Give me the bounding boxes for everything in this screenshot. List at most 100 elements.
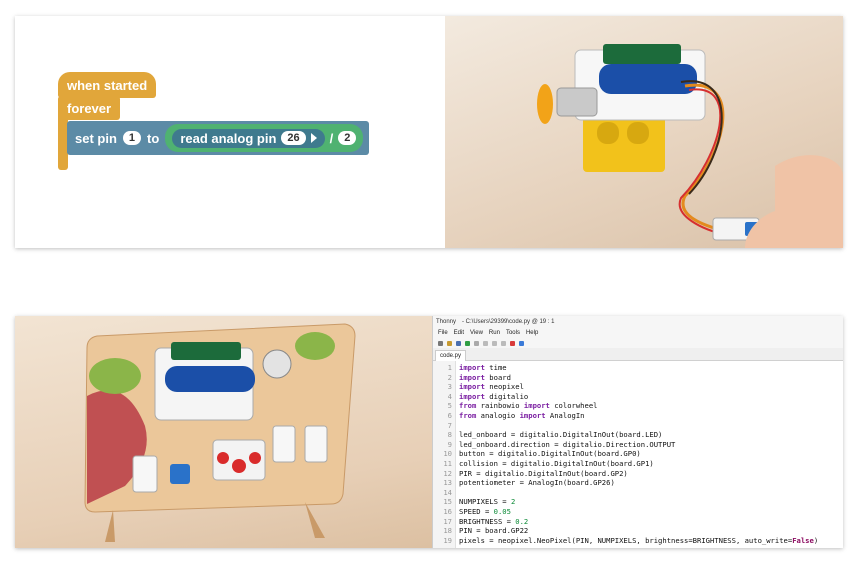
- code-text: ): [813, 535, 819, 545]
- set-pin-block[interactable]: set pin 1 to read analog pin 26 / 2: [67, 121, 370, 155]
- divide-label: /: [329, 130, 334, 146]
- line-number: 14: [443, 487, 452, 497]
- read-analog-pin-block[interactable]: read analog pin 26: [172, 128, 325, 148]
- line-number: 2: [447, 372, 452, 382]
- board-leg: [105, 510, 115, 542]
- code-text: NUMPIXELS =: [459, 497, 511, 507]
- line-number: 10: [443, 449, 452, 459]
- code-text: AnalogIn: [545, 411, 585, 420]
- code-line[interactable]: BRIGHTNESS = 0.2: [459, 517, 528, 526]
- code-keyword: import: [519, 411, 546, 420]
- code-line[interactable]: led_onboard = digitalio.DigitalInOut(boa…: [459, 430, 662, 439]
- line-number: 15: [443, 497, 452, 507]
- leaf-art: [89, 358, 141, 394]
- line-number: 11: [443, 459, 452, 468]
- code-text: analogio: [476, 411, 520, 420]
- code-line[interactable]: pixels = neopixel.NeoPixel(PIN, NUMPIXEL…: [459, 536, 818, 545]
- pin-number-input[interactable]: 1: [122, 131, 142, 145]
- line-number: 1: [447, 363, 452, 372]
- when-started-block[interactable]: when started: [58, 72, 157, 98]
- block-workspace[interactable]: when started forever set pin 1 to read a…: [15, 16, 445, 248]
- ide-toolbar: [433, 338, 843, 348]
- menu-edit[interactable]: Edit: [454, 330, 464, 336]
- code-text: PIN = board.GP22: [459, 526, 529, 536]
- tab-code-py[interactable]: code.py: [435, 350, 467, 361]
- code-line[interactable]: potentiometer = AnalogIn(board.GP26): [459, 478, 615, 487]
- code-keyword: import: [459, 391, 485, 401]
- debug-icon[interactable]: [474, 340, 479, 346]
- resume-icon[interactable]: [519, 340, 524, 346]
- photo-illustration: [84, 323, 356, 542]
- ide-title-bar: Thonny - C:\Users\29399\code.py @ 19 : 1: [433, 316, 843, 328]
- read-analog-pin-label: read analog pin: [180, 130, 277, 146]
- code-keyword: from: [459, 401, 477, 411]
- save-icon[interactable]: [456, 340, 461, 346]
- code-line[interactable]: NUMPIXELS = 2: [459, 497, 515, 506]
- code-editor[interactable]: 1 2 3 4 5 6 7 8 9 10 11 12 13 14 15 16 17 18 19 import tim…: [433, 361, 843, 548]
- app-name: Thonny: [436, 319, 457, 325]
- run-icon[interactable]: [465, 340, 470, 346]
- menu-file[interactable]: File: [438, 330, 448, 336]
- menu-run[interactable]: Run: [489, 330, 500, 336]
- code-text: led_onboard = digitalio.DigitalInOut(boa…: [459, 430, 663, 440]
- code-line[interactable]: collision = digitalio.DigitalInOut(board…: [459, 459, 654, 468]
- leaf-art: [295, 332, 335, 360]
- red-button: [217, 452, 229, 464]
- battery: [165, 366, 255, 392]
- code-number: 0.2: [515, 516, 529, 526]
- thonny-ide-window: Thonny - C:\Users\29399\code.py @ 19 : 1…: [432, 316, 843, 548]
- code-line[interactable]: SPEED = 0.05: [459, 507, 511, 516]
- code-line[interactable]: import neopixel: [459, 382, 524, 391]
- code-text: PIR = digitalio.DigitalInOut(board.GP2): [459, 468, 628, 478]
- line-number: 19: [443, 535, 452, 545]
- code-text: rainbowio: [476, 401, 524, 411]
- code-text: SPEED =: [459, 507, 494, 516]
- code-line[interactable]: from rainbowio import colorwheel: [459, 401, 598, 410]
- set-pin-label: set pin: [75, 130, 117, 146]
- code-line[interactable]: from analogio import AnalogIn: [459, 411, 585, 420]
- menu-view[interactable]: View: [470, 330, 483, 336]
- code-text: board: [484, 372, 511, 382]
- sensor-module: [132, 455, 158, 493]
- code-text: colorwheel: [549, 401, 598, 411]
- editor-tab-bar: code.py: [433, 348, 843, 361]
- code-line[interactable]: import board: [459, 373, 511, 382]
- code-keyword: from: [459, 411, 477, 420]
- analog-pin-dropdown[interactable]: 26: [281, 131, 306, 145]
- python-code-panel: Thonny - C:\Users\29399\code.py @ 19 : 1…: [15, 316, 843, 548]
- pico-board: [603, 44, 681, 64]
- divisor-input[interactable]: 2: [338, 131, 357, 145]
- forever-label: forever: [67, 100, 112, 116]
- code-text: collision = digitalio.DigitalInOut(board…: [459, 459, 654, 468]
- menu-help[interactable]: Help: [526, 330, 538, 336]
- code-text: button = digitalio.DigitalInOut(board.GP…: [459, 449, 641, 459]
- step-over-icon[interactable]: [483, 340, 488, 346]
- blue-button: [170, 464, 190, 484]
- code-line[interactable]: PIN = board.GP22: [459, 526, 528, 535]
- line-number-gutter: 1 2 3 4 5 6 7 8 9 10 11 12 13 14 15 16 17 18 19: [433, 361, 456, 548]
- block-code-panel: when started forever set pin 1 to read a…: [15, 16, 843, 248]
- new-file-icon[interactable]: [438, 340, 443, 346]
- code-keyword: import: [523, 401, 550, 411]
- stop-icon[interactable]: [510, 340, 515, 346]
- code-constant: False: [792, 535, 814, 545]
- dropdown-arrow-icon[interactable]: [310, 133, 317, 143]
- code-text: neopixel: [484, 382, 524, 392]
- code-line[interactable]: import time: [459, 363, 507, 372]
- divide-operator-block[interactable]: read analog pin 26 / 2: [165, 124, 364, 152]
- step-out-icon[interactable]: [501, 340, 506, 346]
- lego-hole: [627, 122, 649, 144]
- open-file-icon[interactable]: [447, 340, 452, 346]
- code-line[interactable]: led_onboard.direction = digitalio.Direct…: [459, 440, 675, 449]
- line-number: 4: [447, 391, 452, 401]
- to-label: to: [147, 130, 160, 146]
- code-line[interactable]: PIR = digitalio.DigitalInOut(board.GP2): [459, 469, 628, 478]
- menu-tools[interactable]: Tools: [506, 330, 520, 336]
- code-line[interactable]: import digitalio: [459, 392, 528, 401]
- code-line[interactable]: button = digitalio.DigitalInOut(board.GP…: [459, 449, 641, 458]
- code-keyword: import: [459, 382, 485, 392]
- red-button: [249, 452, 261, 464]
- photo-illustration: [537, 44, 843, 248]
- step-into-icon[interactable]: [492, 340, 497, 346]
- code-text: led_onboard.direction = digitalio.Direct…: [459, 439, 676, 449]
